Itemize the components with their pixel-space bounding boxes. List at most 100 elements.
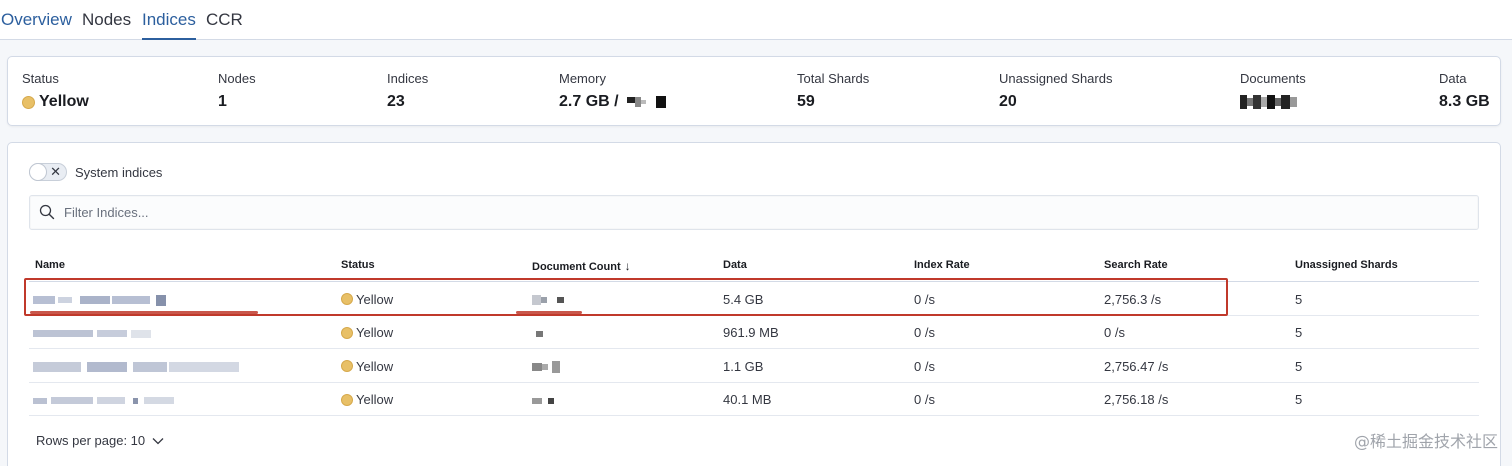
arrow-down-icon: ↓ (624, 259, 631, 273)
col-header-data[interactable]: Data (723, 259, 747, 271)
tab-nodes[interactable]: Nodes (82, 9, 131, 40)
stat-indices: Indices 23 (387, 71, 428, 112)
row-status-text: Yellow (356, 325, 394, 340)
stat-memory: Memory 2.7 GB / (559, 71, 666, 112)
status-label: Status (22, 71, 59, 86)
search-icon (39, 204, 55, 220)
row-status-text: Yellow (356, 392, 394, 407)
redacted-index-name (33, 325, 151, 340)
col-header-document-count[interactable]: Document Count ↓ (532, 259, 631, 273)
row-doc-count-redacted (532, 325, 543, 341)
row-data: 1.1 GB (723, 358, 764, 374)
memory-value: 2.7 GB / (559, 92, 666, 112)
table-row[interactable]: Yellow 40.1 MB 0 /s 2,756.18 /s 5 (29, 383, 1479, 416)
table-header: Name Status Document Count ↓ Data Index R… (29, 253, 1479, 282)
memory-used: 2.7 GB / (559, 93, 619, 110)
status-dot-icon (341, 393, 353, 406)
redacted-index-name (33, 292, 166, 307)
underline-annotation (30, 311, 258, 314)
redacted-memory-total (626, 92, 666, 112)
indices-value: 23 (387, 93, 405, 110)
system-indices-label: System indices (75, 164, 163, 180)
redacted-index-name (33, 392, 174, 407)
unassigned-shards-value: 20 (999, 93, 1017, 110)
system-indices-switch[interactable]: ✕ (29, 163, 67, 181)
row-status-text: Yellow (356, 291, 394, 307)
row-data: 961.9 MB (723, 325, 779, 340)
table-row[interactable]: Yellow 1.1 GB 0 /s 2,756.47 /s 5 (29, 349, 1479, 383)
row-unassigned-shards: 5 (1295, 325, 1303, 340)
row-search-rate: 2,756.47 /s (1104, 358, 1169, 374)
tab-overview[interactable]: Overview (1, 9, 72, 40)
col-header-search-rate[interactable]: Search Rate (1104, 259, 1168, 271)
table-row[interactable]: Yellow 961.9 MB 0 /s 0 /s 5 (29, 316, 1479, 349)
documents-label: Documents (1240, 71, 1306, 86)
index-name-redacted[interactable] (33, 392, 174, 408)
row-status: Yellow (341, 325, 393, 341)
index-name-redacted[interactable] (33, 291, 166, 307)
chevron-down-icon (152, 437, 164, 444)
redacted-index-name (33, 359, 239, 374)
row-index-rate: 0 /s (914, 392, 935, 407)
data-value: 8.3 GB (1439, 93, 1490, 110)
stat-documents: Documents (1240, 71, 1306, 112)
total-shards-label: Total Shards (797, 71, 870, 86)
watermark-text: @稀土掘金技术社区 (1353, 432, 1498, 451)
close-icon: ✕ (50, 164, 61, 179)
redacted-doc-count (532, 359, 560, 374)
row-index-rate: 0 /s (914, 291, 935, 307)
row-index-rate: 0 /s (914, 325, 935, 340)
status-dot-icon (341, 326, 353, 339)
stat-total-shards: Total Shards 59 (797, 71, 869, 112)
unassigned-shards-label: Unassigned Shards (999, 71, 1113, 86)
nodes-label: Nodes (218, 71, 256, 86)
tab-bar: Overview Nodes Indices CCR (0, 0, 1512, 40)
documents-value-redacted (1240, 92, 1306, 112)
row-data: 40.1 MB (723, 392, 772, 407)
stat-nodes: Nodes 1 (218, 71, 256, 112)
index-name-redacted[interactable] (33, 358, 239, 374)
underline-annotation (516, 311, 582, 314)
row-data: 5.4 GB (723, 291, 764, 307)
indices-panel: ✕ System indices Name Status Document Co… (7, 142, 1501, 466)
row-doc-count-redacted (532, 358, 560, 374)
switch-knob (29, 163, 47, 181)
redacted-doc-count (532, 392, 554, 407)
status-dot-icon (22, 95, 35, 109)
filter-indices-input[interactable] (64, 196, 1464, 229)
memory-label: Memory (559, 71, 606, 86)
document-count-header-label: Document Count (532, 261, 621, 273)
redacted-documents (1240, 92, 1297, 112)
col-header-status[interactable]: Status (341, 259, 375, 271)
stat-data: Data 8.3 GB (1439, 71, 1490, 112)
index-name-redacted[interactable] (33, 325, 151, 341)
row-doc-count-redacted (532, 392, 554, 408)
row-status: Yellow (341, 358, 393, 374)
tab-ccr[interactable]: CCR (206, 9, 243, 40)
col-header-name[interactable]: Name (35, 259, 65, 271)
indices-table: Name Status Document Count ↓ Data Index R… (29, 253, 1479, 416)
status-value: Yellow (22, 92, 89, 112)
rows-per-page-selector[interactable]: Rows per page: 10 (36, 433, 164, 448)
row-doc-count-redacted (532, 291, 564, 307)
redacted-doc-count (532, 292, 564, 307)
filter-indices-field[interactable] (29, 195, 1479, 230)
row-index-rate: 0 /s (914, 358, 935, 374)
stat-status: Status Yellow (22, 71, 89, 112)
col-header-index-rate[interactable]: Index Rate (914, 259, 970, 271)
row-search-rate: 2,756.18 /s (1104, 392, 1169, 407)
col-header-unassigned-shards[interactable]: Unassigned Shards (1295, 259, 1398, 271)
row-unassigned-shards: 5 (1295, 358, 1303, 374)
status-text: Yellow (39, 93, 89, 110)
cluster-summary-panel: Status Yellow Nodes 1 Indices 23 Memory … (7, 56, 1501, 126)
status-dot-icon (341, 360, 353, 372)
tab-indices[interactable]: Indices (142, 9, 196, 40)
system-indices-toggle-row: ✕ System indices (29, 163, 162, 181)
indices-label: Indices (387, 71, 429, 86)
stat-unassigned-shards: Unassigned Shards 20 (999, 71, 1112, 112)
row-status: Yellow (341, 392, 393, 408)
status-dot-icon (341, 293, 353, 305)
total-shards-value: 59 (797, 93, 815, 110)
row-search-rate: 0 /s (1104, 325, 1125, 340)
row-status-text: Yellow (356, 358, 394, 374)
